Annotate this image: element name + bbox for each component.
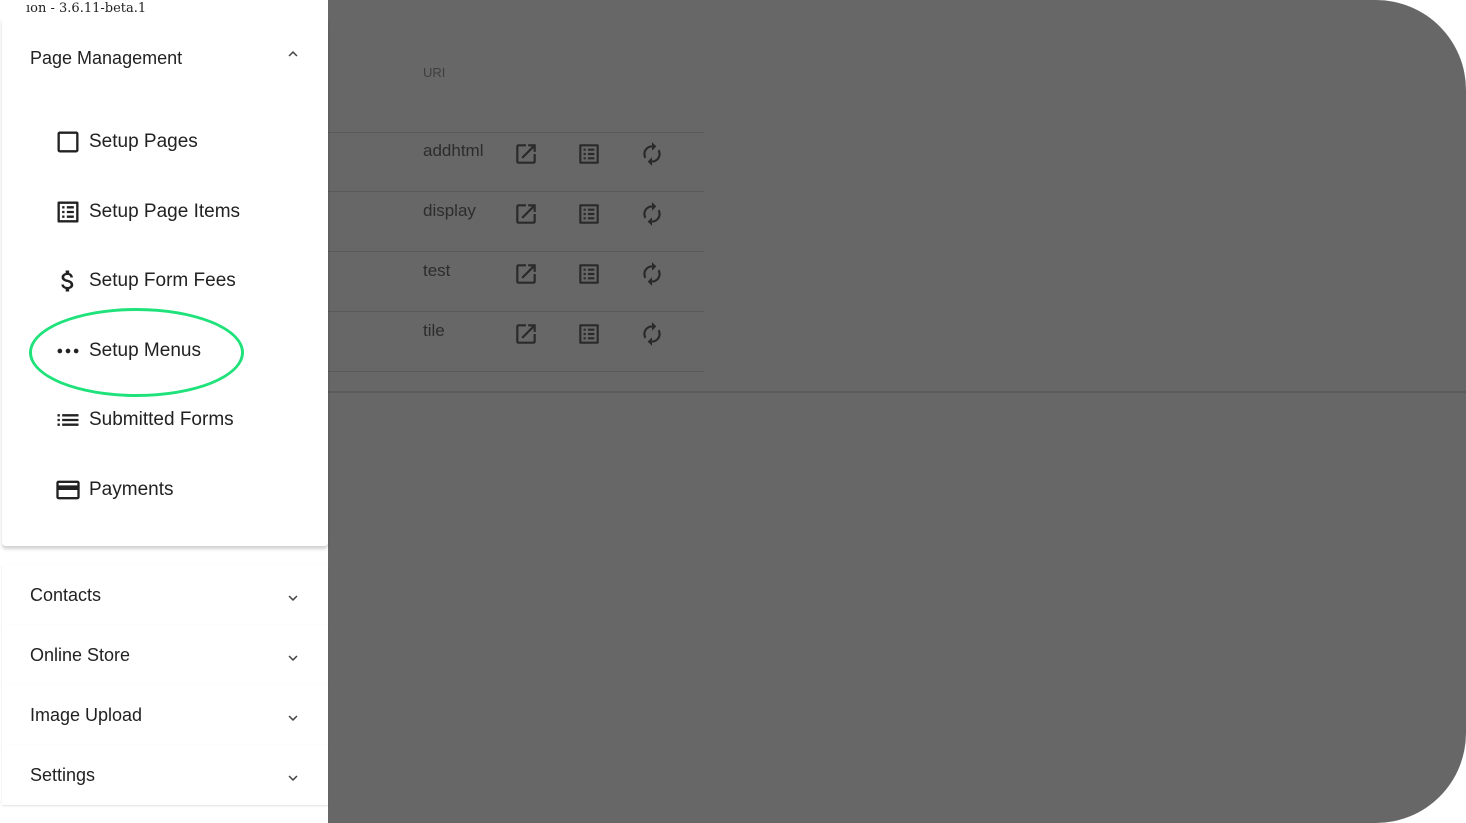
refresh-icon[interactable] — [639, 321, 665, 347]
refresh-icon[interactable] — [639, 201, 665, 227]
uri-cell: addhtml — [423, 141, 484, 160]
table-row: display — [328, 187, 704, 247]
section-contacts[interactable]: Contacts — [2, 565, 328, 625]
list-box-icon[interactable] — [576, 321, 602, 347]
section-label: Contacts — [30, 585, 102, 605]
checkbox-outline-icon — [57, 131, 79, 153]
section-label: Image Upload — [30, 705, 143, 725]
open-in-new-icon[interactable] — [513, 261, 539, 287]
highlight-annotation — [29, 308, 244, 397]
nav-item-label: Setup Form Fees — [89, 270, 236, 291]
uri-cell: test — [423, 261, 451, 280]
nav-item-setup-form-fees[interactable]: Setup Form Fees — [54, 264, 236, 298]
section-divider — [328, 391, 1466, 393]
open-in-new-icon[interactable] — [513, 141, 539, 167]
table-row: test — [328, 247, 704, 307]
nav-item-label: Submitted Forms — [89, 409, 234, 430]
open-in-new-icon[interactable] — [513, 201, 539, 227]
chevron-down-icon[interactable] — [284, 709, 302, 727]
nav-item-setup-page-items[interactable]: Setup Page Items — [54, 195, 240, 229]
uri-column-header: URI — [423, 65, 446, 80]
uri-cell: tile — [423, 321, 445, 340]
section-online-store[interactable]: Online Store — [2, 625, 328, 685]
version-label: ıon - 3.6.11-beta.1 — [26, 1, 147, 16]
chevron-up-icon[interactable] — [284, 45, 302, 63]
nav-item-submitted-forms[interactable]: Submitted Forms — [54, 403, 234, 437]
section-label: Settings — [30, 765, 96, 785]
list-box-icon[interactable] — [576, 141, 602, 167]
chevron-down-icon[interactable] — [284, 589, 302, 607]
page-management-header[interactable]: Page Management — [30, 48, 182, 69]
chevron-down-icon[interactable] — [284, 649, 302, 667]
nav-item-payments[interactable]: Payments — [54, 473, 173, 507]
open-in-new-icon[interactable] — [513, 321, 539, 347]
table-divider — [328, 371, 704, 372]
section-settings[interactable]: Settings — [2, 745, 328, 805]
section-label: Online Store — [30, 645, 131, 665]
refresh-icon[interactable] — [639, 141, 665, 167]
list-box-icon[interactable] — [576, 261, 602, 287]
nav-item-label: Setup Page Items — [89, 201, 241, 222]
section-image-upload[interactable]: Image Upload — [2, 685, 328, 745]
table-row: addhtml — [328, 127, 704, 187]
list-box-icon — [57, 201, 79, 223]
nav-item-label: Payments — [89, 479, 174, 500]
navigation-drawer: ıon - 3.6.11-beta.1 Page Management Setu… — [0, 0, 328, 823]
dollar-icon — [61, 270, 74, 292]
list-box-icon[interactable] — [576, 201, 602, 227]
format-list-icon — [57, 414, 79, 426]
uri-cell: display — [423, 201, 476, 220]
nav-item-setup-pages[interactable]: Setup Pages — [54, 125, 198, 159]
chevron-down-icon[interactable] — [284, 769, 302, 787]
credit-card-icon — [56, 480, 80, 500]
refresh-icon[interactable] — [639, 261, 665, 287]
nav-item-label: Setup Pages — [89, 131, 198, 152]
table-row: tile — [328, 307, 704, 367]
